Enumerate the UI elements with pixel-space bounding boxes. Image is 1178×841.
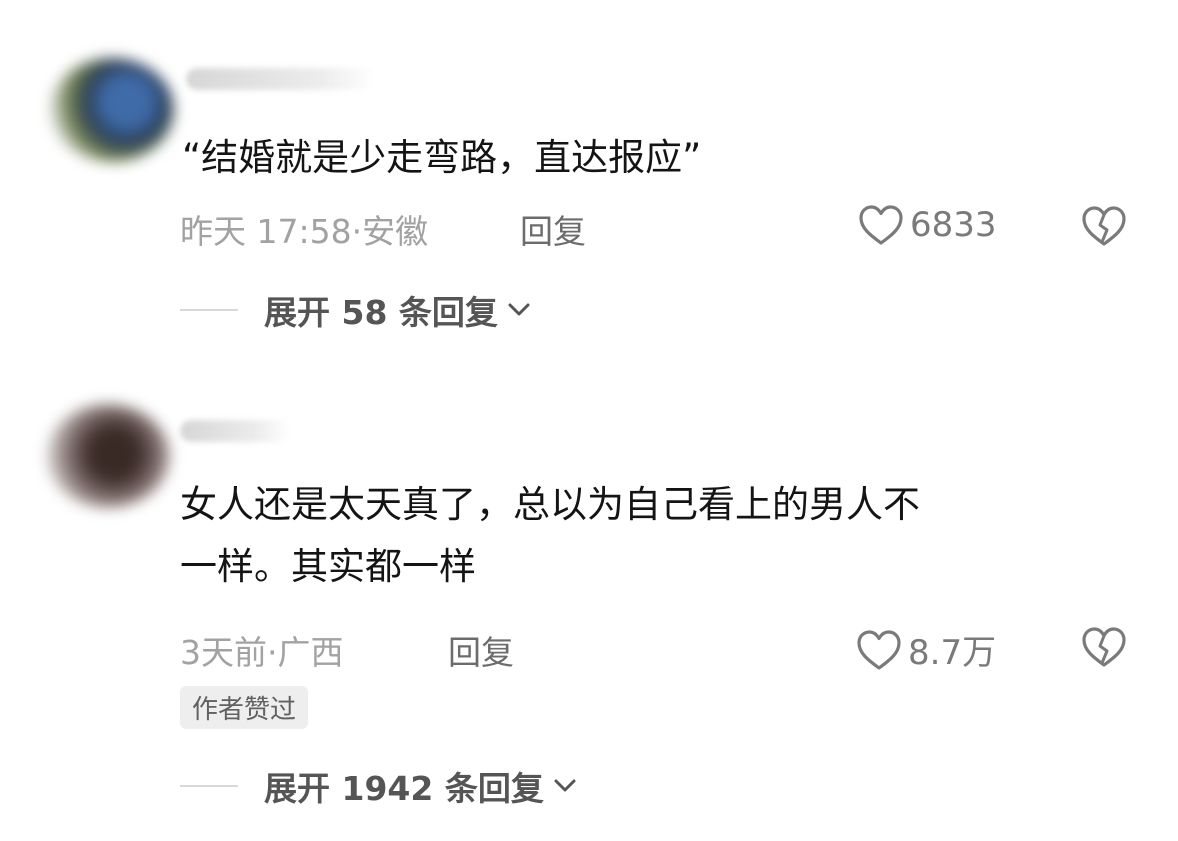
dislike-button[interactable]: [1081, 626, 1127, 668]
comment-text: “结婚就是少走弯路，直达报应”: [182, 127, 701, 189]
comment-text-line: 一样。其实都一样: [180, 545, 476, 588]
author-liked-badge: 作者赞过: [180, 686, 309, 729]
expand-replies-label: 展开 58 条回复: [264, 293, 498, 332]
avatar[interactable]: [46, 404, 170, 508]
username-blurred[interactable]: [180, 420, 290, 442]
heart-outline-icon: [856, 629, 902, 671]
reply-button[interactable]: 回复: [520, 205, 586, 253]
comment-meta: 昨天 17:58·安徽: [180, 205, 428, 253]
comment-text: 女人还是太天真了，总以为自己看上的男人不 一样。其实都一样: [180, 474, 920, 598]
comment-location: 广西: [277, 633, 344, 672]
heart-outline-icon: [858, 204, 904, 246]
chevron-down-icon: [554, 779, 576, 793]
divider: [180, 309, 238, 311]
broken-heart-icon: [1081, 626, 1127, 668]
comment-time: 昨天 17:58: [180, 212, 352, 251]
comment-text-line: “结婚就是少走弯路，直达报应”: [182, 136, 702, 179]
expand-replies-button[interactable]: 展开 1942 条回复: [180, 762, 576, 810]
comment-location: 安徽: [362, 212, 429, 251]
reply-button[interactable]: 回复: [448, 626, 514, 674]
like-button[interactable]: 6833: [858, 204, 997, 246]
meta-separator: ·: [267, 633, 278, 672]
avatar[interactable]: [50, 58, 174, 162]
like-count: 6833: [910, 205, 997, 245]
comment-meta: 3天前·广西: [180, 626, 344, 674]
expand-replies-label: 展开 1942 条回复: [264, 769, 544, 808]
comment-text-line: 女人还是太天真了，总以为自己看上的男人不: [180, 483, 920, 526]
chevron-down-icon: [508, 303, 530, 317]
username-blurred[interactable]: [186, 68, 376, 90]
meta-separator: ·: [351, 212, 363, 251]
broken-heart-icon: [1081, 205, 1127, 247]
dislike-button[interactable]: [1081, 205, 1127, 247]
expand-replies-button[interactable]: 展开 58 条回复: [180, 286, 530, 334]
like-count: 8.7万: [908, 633, 997, 673]
divider: [180, 785, 238, 787]
comment-time: 3天前: [180, 633, 267, 672]
like-button[interactable]: 8.7万: [856, 625, 996, 674]
